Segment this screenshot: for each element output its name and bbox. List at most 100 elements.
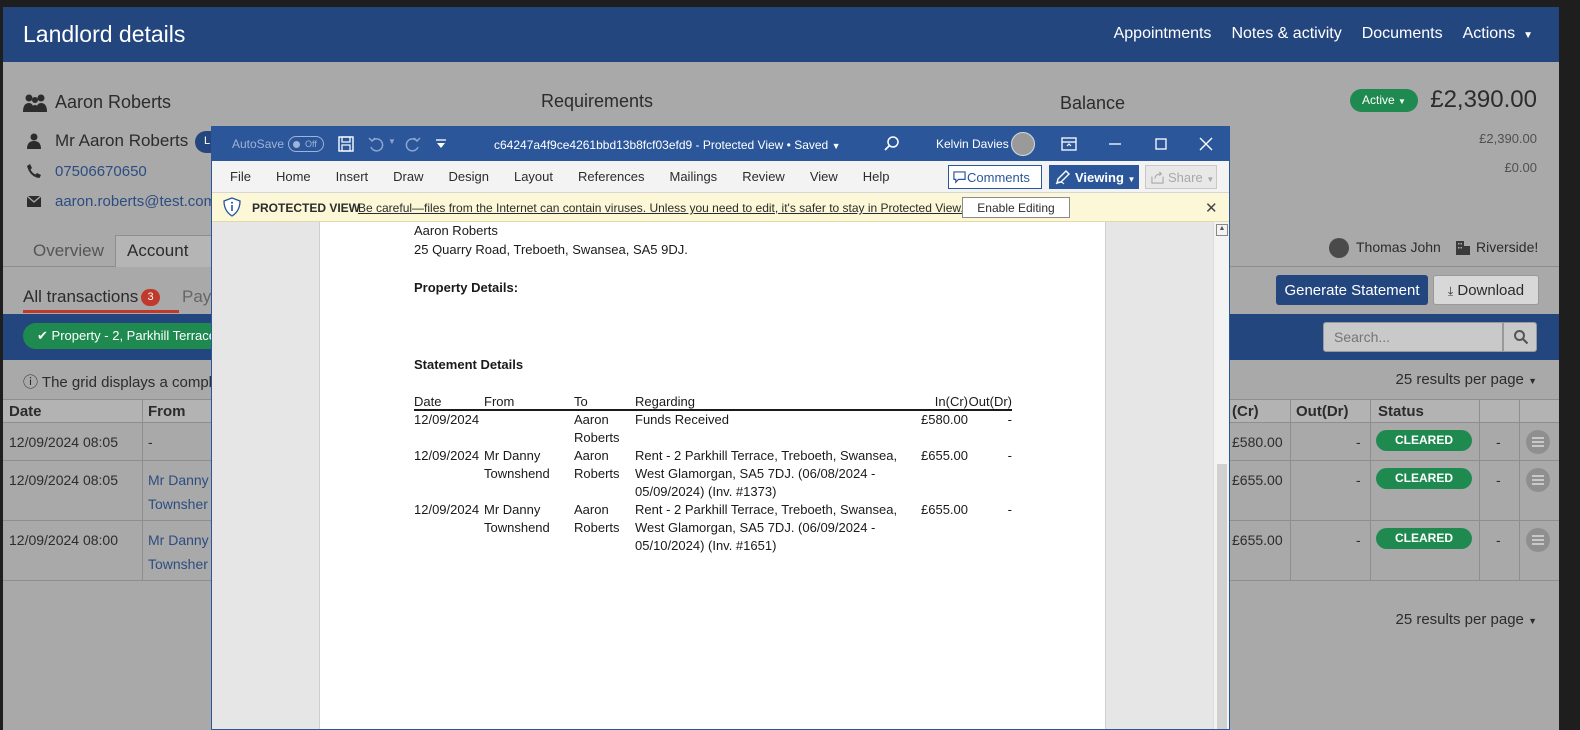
row-date: 12/09/2024 08:00 (9, 532, 118, 548)
row-menu-icon[interactable] (1526, 528, 1550, 552)
recipient-name: Aaron Roberts (414, 223, 498, 238)
balance-line: £2,390.00 (1479, 131, 1537, 146)
row-from-link[interactable]: Mr Danny (148, 532, 209, 548)
balance-total: £2,390.00 (1430, 86, 1537, 113)
viewing-mode-button[interactable]: Viewing ▼ (1049, 165, 1139, 189)
contact-phone-link[interactable]: 07506670650 (55, 163, 147, 180)
stmt-col-date: Date (414, 394, 484, 411)
col-out[interactable]: Out(Dr) (1296, 403, 1349, 420)
column-divider (142, 423, 143, 460)
nav-notes-activity[interactable]: Notes & activity (1231, 25, 1341, 43)
ribbon-tab-file[interactable]: File (230, 169, 251, 184)
nav-actions[interactable]: Actions ▼ (1463, 25, 1533, 43)
enable-editing-button[interactable]: Enable Editing (962, 197, 1070, 218)
stmt-col-from: From (484, 394, 574, 411)
building-icon (1456, 241, 1470, 255)
col-in[interactable]: (Cr) (1232, 403, 1259, 420)
generate-statement-button[interactable]: Generate Statement (1276, 275, 1428, 305)
stmt-from: Mr Danny Townshend (484, 502, 550, 535)
protected-view-message-link[interactable]: Be careful—files from the Internet can c… (358, 201, 964, 215)
comments-button[interactable]: Comments (948, 165, 1042, 189)
ribbon-tab-mailings[interactable]: Mailings (670, 169, 718, 184)
search-button[interactable] (1503, 322, 1537, 352)
ribbon-tab-design[interactable]: Design (449, 169, 489, 184)
col-status[interactable]: Status (1378, 403, 1424, 420)
page-title: Landlord details (23, 21, 186, 47)
row-from-link[interactable]: Mr Danny (148, 472, 209, 488)
chevron-down-icon[interactable]: ▼ (388, 137, 396, 146)
autosave-toggle[interactable]: Off (288, 136, 324, 152)
row-menu-icon[interactable] (1526, 430, 1550, 454)
ribbon-tab-references[interactable]: References (578, 169, 644, 184)
column-divider (1479, 521, 1480, 580)
subtab-payments[interactable]: Pay (182, 287, 211, 307)
statement-row: 12/09/2024 Mr Danny Townshend Aaron Robe… (414, 501, 1012, 555)
column-divider (142, 400, 143, 422)
agent-avatar (1329, 238, 1349, 258)
ribbon-tab-layout[interactable]: Layout (514, 169, 553, 184)
close-icon[interactable]: ✕ (1205, 199, 1218, 217)
caret-down-icon: ▼ (1398, 97, 1406, 106)
pen-icon (1055, 170, 1070, 185)
ribbon-tab-view[interactable]: View (810, 169, 838, 184)
grid-info-label: The grid displays a comple (41, 374, 221, 391)
undo-icon[interactable] (367, 135, 385, 153)
document-page[interactable]: Aaron Roberts 25 Quarry Road, Treboeth, … (319, 222, 1106, 729)
word-ribbon: File Home Insert Draw Design Layout Refe… (212, 161, 1229, 193)
col-from[interactable]: From (148, 403, 186, 420)
contact-email-link[interactable]: aaron.roberts@test.com (55, 193, 216, 210)
download-button[interactable]: ⤓ Download (1433, 275, 1539, 305)
envelope-icon (27, 196, 41, 207)
document-canvas[interactable]: Aaron Roberts 25 Quarry Road, Treboeth, … (212, 222, 1213, 729)
results-per-page-label: 25 results per page (1395, 371, 1524, 388)
tab-overview[interactable]: Overview (33, 241, 104, 261)
user-avatar[interactable] (1011, 132, 1035, 156)
ribbon-tab-help[interactable]: Help (863, 169, 890, 184)
results-per-page-select[interactable]: 25 results per page ▼ (1395, 611, 1537, 628)
word-titlebar[interactable]: AutoSave Off ▼ c64247a4f9ce4261bbd13b8fc… (212, 127, 1229, 161)
search-icon (1514, 330, 1529, 345)
chevron-down-icon: ▼ (831, 141, 841, 151)
search-icon[interactable] (883, 135, 901, 153)
column-divider (1479, 423, 1480, 460)
ribbon-tab-home[interactable]: Home (276, 169, 311, 184)
share-button[interactable]: Share ▼ (1145, 165, 1217, 189)
customize-toolbar-icon[interactable] (434, 137, 448, 151)
ribbon-tab-insert[interactable]: Insert (336, 169, 369, 184)
status-dropdown[interactable]: Active ▼ (1350, 89, 1418, 112)
row-from-link[interactable]: Townsher (148, 556, 208, 572)
signed-in-user[interactable]: Kelvin Davies (936, 137, 1009, 151)
vertical-scrollbar[interactable]: ▲ (1213, 222, 1229, 729)
subtab-all-transactions[interactable]: All transactions (23, 287, 138, 307)
results-per-page-select[interactable]: 25 results per page ▼ (1395, 371, 1537, 388)
minimize-icon[interactable] (1106, 135, 1124, 153)
stmt-col-regarding: Regarding (635, 394, 910, 411)
nav-appointments[interactable]: Appointments (1114, 25, 1212, 43)
recipient-address: 25 Quarry Road, Treboeth, Swansea, SA5 9… (414, 242, 688, 257)
column-divider (1290, 521, 1291, 580)
column-divider (1370, 400, 1371, 422)
ribbon-display-options-icon[interactable] (1060, 135, 1078, 153)
document-title-label: c64247a4f9ce4261bbd13b8fcf03efd9 - Prote… (494, 138, 829, 152)
col-date[interactable]: Date (9, 403, 42, 420)
ribbon-tab-draw[interactable]: Draw (393, 169, 423, 184)
maximize-icon[interactable] (1152, 135, 1170, 153)
document-title[interactable]: c64247a4f9ce4261bbd13b8fcf03efd9 - Prote… (494, 138, 841, 152)
redo-icon[interactable] (404, 135, 422, 153)
row-from-link[interactable]: Townsher (148, 496, 208, 512)
row-menu-icon[interactable] (1526, 468, 1550, 492)
nav-documents[interactable]: Documents (1362, 25, 1443, 43)
stmt-out: - (1007, 412, 1012, 427)
ribbon-tab-review[interactable]: Review (742, 169, 785, 184)
autosave-label: AutoSave (232, 137, 285, 151)
search-input[interactable] (1323, 322, 1503, 352)
chevron-down-icon: ▼ (1127, 174, 1136, 184)
row-extra: - (1496, 472, 1501, 488)
landlord-group-icon (23, 94, 47, 112)
close-icon[interactable] (1197, 135, 1215, 153)
save-icon[interactable] (337, 135, 355, 153)
scrollbar-thumb[interactable] (1217, 464, 1227, 729)
requirements-heading: Requirements (541, 91, 654, 111)
scroll-up-arrow-icon[interactable]: ▲ (1216, 224, 1228, 236)
tab-account[interactable]: Account (115, 235, 215, 267)
